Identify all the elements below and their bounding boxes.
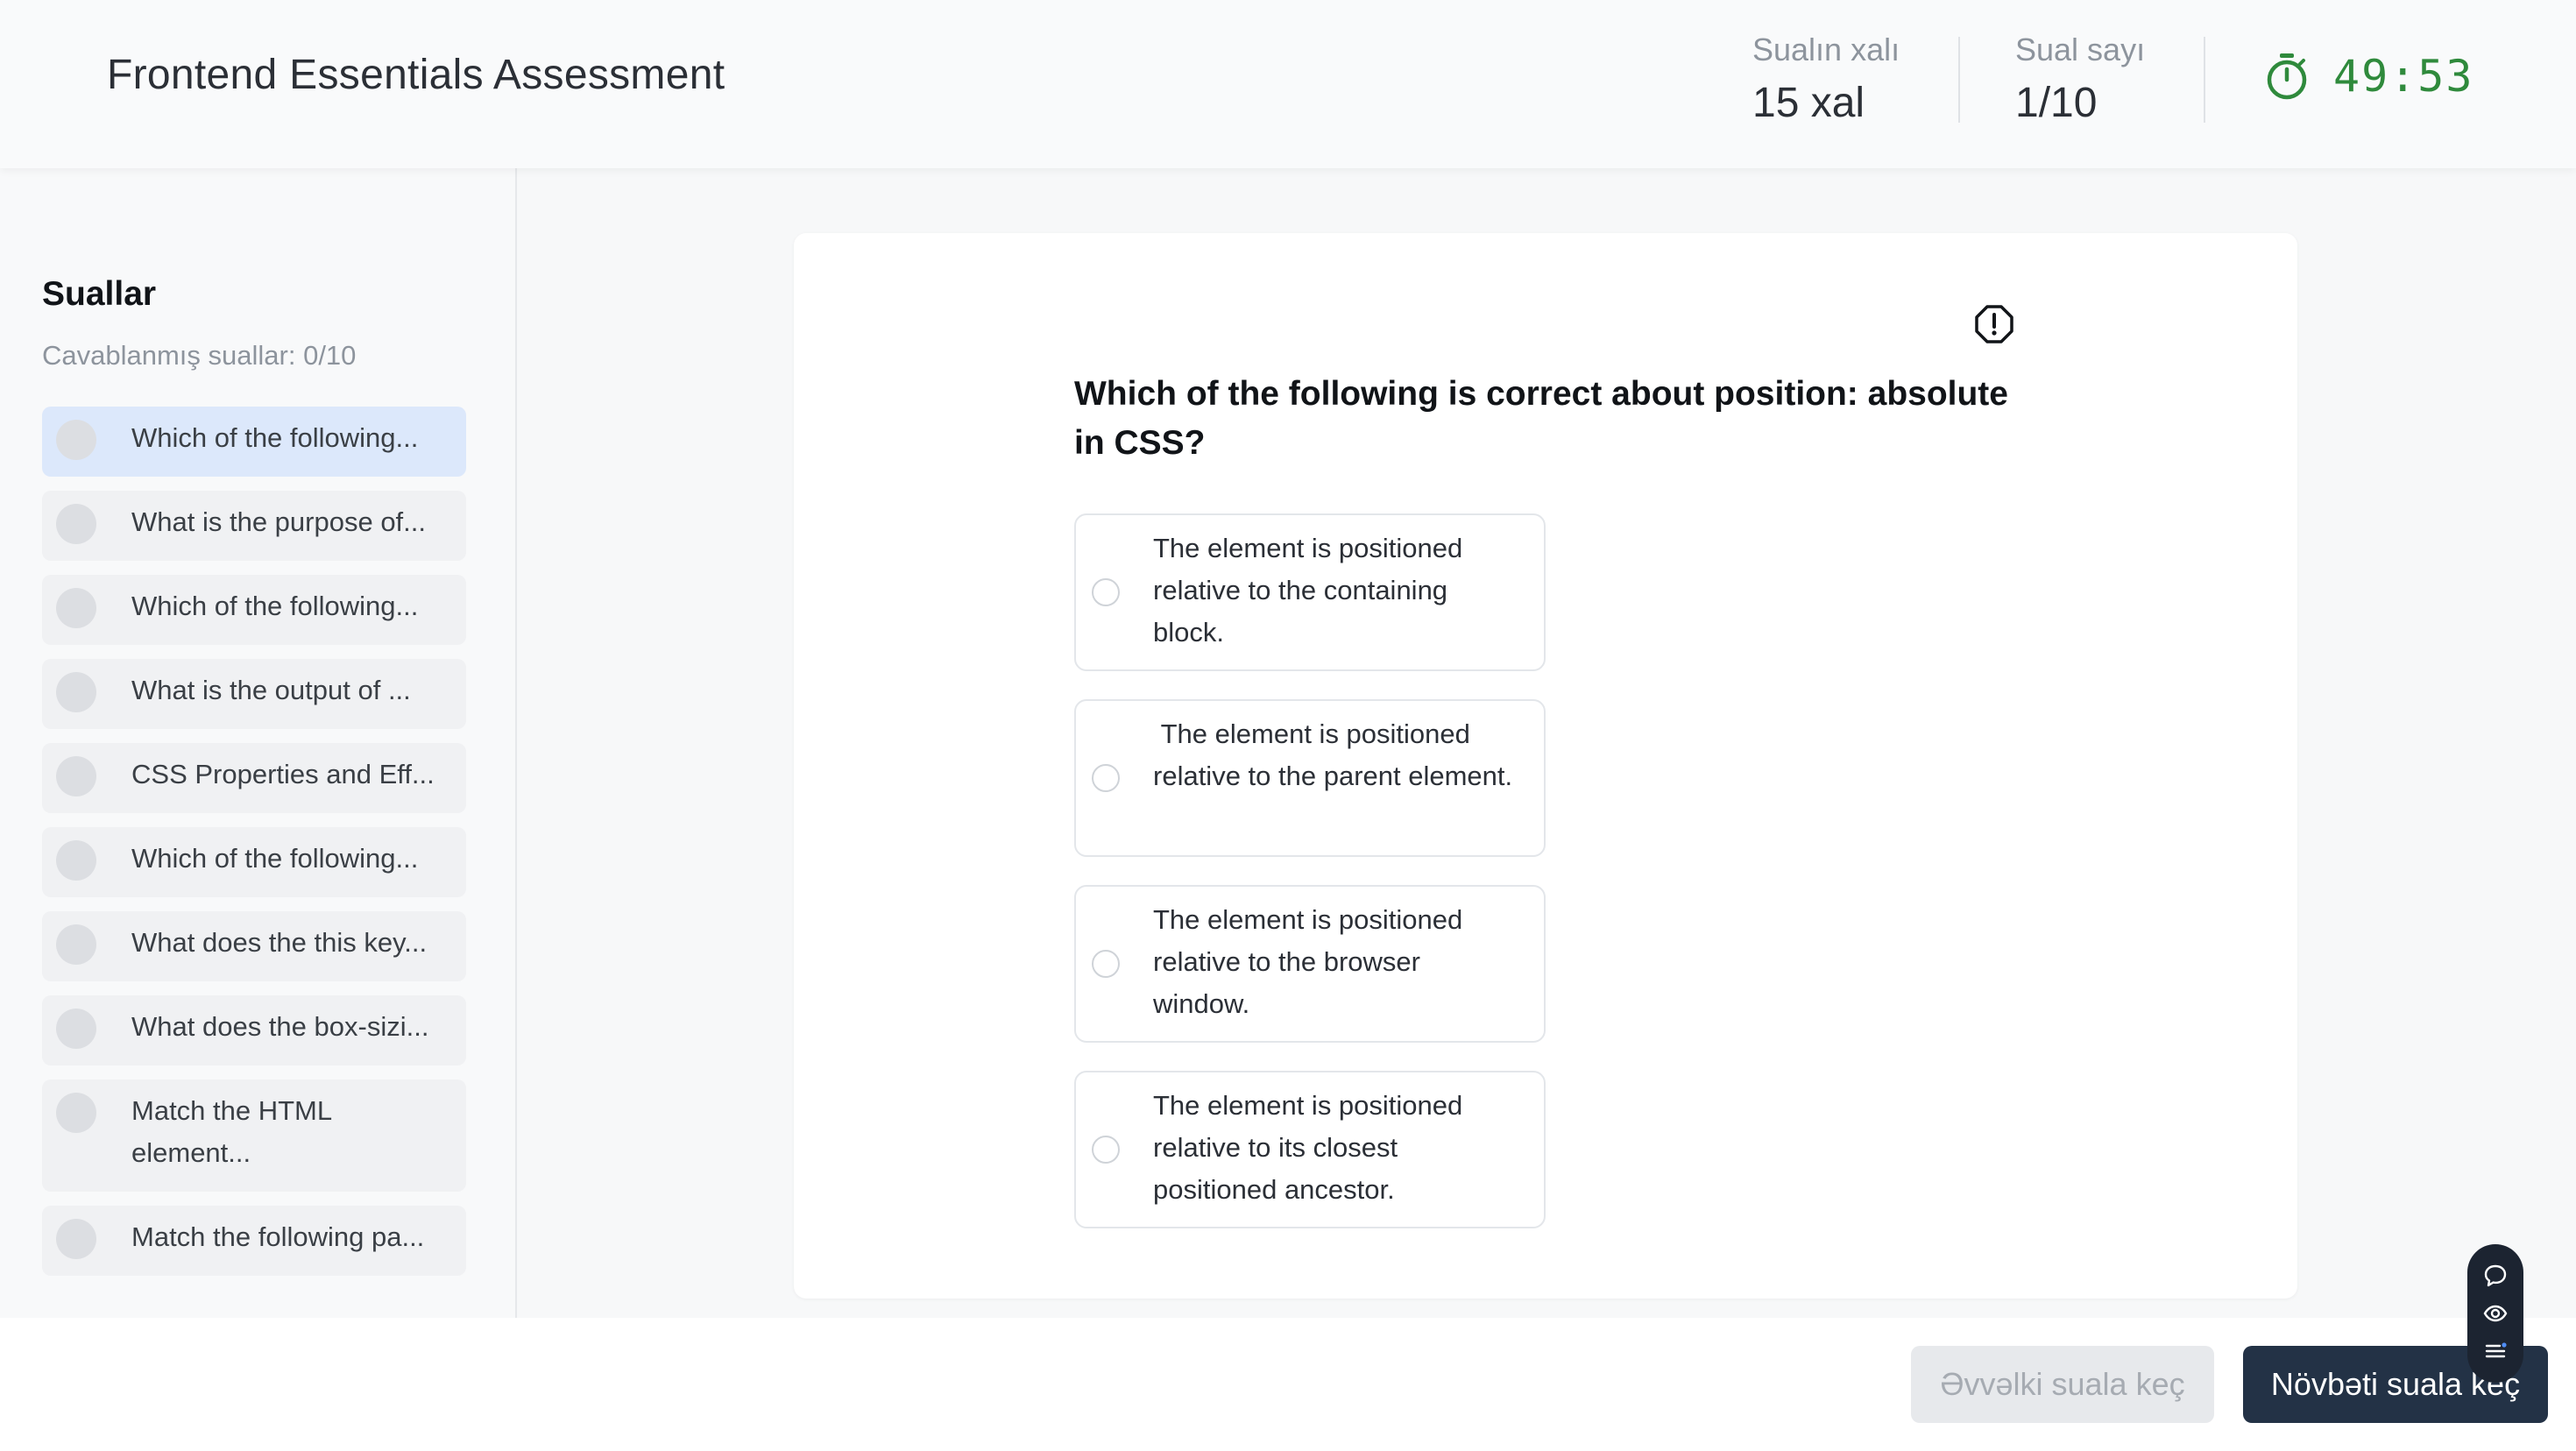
radio-button[interactable] bbox=[1092, 578, 1120, 606]
status-dot bbox=[56, 1219, 96, 1259]
answer-option-label: The element is positioned relative to th… bbox=[1153, 904, 1470, 1019]
previous-question-button[interactable]: Əvvəlki suala keç bbox=[1911, 1346, 2214, 1423]
question-nav-label: What is the output of ... bbox=[131, 675, 411, 705]
status-dot bbox=[56, 588, 96, 628]
question-nav-label: What does the box-sizi... bbox=[131, 1011, 429, 1042]
status-dot bbox=[56, 504, 96, 544]
alert-octagon-icon[interactable] bbox=[1975, 305, 2013, 343]
status-dot bbox=[56, 924, 96, 965]
status-dot bbox=[56, 420, 96, 460]
radio-button[interactable] bbox=[1092, 1136, 1120, 1164]
answer-option[interactable]: The element is positioned relative to th… bbox=[1074, 699, 1546, 857]
header: Frontend Essentials Assessment Sualın xa… bbox=[0, 0, 2576, 168]
count-label: Sual sayı bbox=[2015, 32, 2146, 67]
status-dot bbox=[56, 840, 96, 881]
question-nav-label: What does the this key... bbox=[131, 927, 428, 958]
question-nav-item[interactable]: Which of the following... bbox=[42, 575, 466, 645]
question-nav-label: Match the following pa... bbox=[131, 1221, 425, 1252]
answer-option-label: The element is positioned relative to it… bbox=[1153, 1090, 1470, 1205]
points-value: 15 xal bbox=[1752, 80, 1865, 126]
question-nav-item[interactable]: What does the box-sizi... bbox=[42, 995, 466, 1065]
header-divider bbox=[2204, 37, 2205, 123]
header-divider bbox=[1958, 37, 1960, 123]
chat-icon[interactable] bbox=[2482, 1263, 2509, 1289]
answered-count: Cavablanmış suallar: 0/10 bbox=[42, 340, 357, 371]
status-dot bbox=[56, 1009, 96, 1049]
answer-option[interactable]: The element is positioned relative to th… bbox=[1074, 885, 1546, 1043]
floating-tools-widget[interactable] bbox=[2467, 1244, 2523, 1383]
radio-button[interactable] bbox=[1092, 950, 1120, 978]
answer-option-label: The element is positioned relative to th… bbox=[1153, 718, 1513, 791]
question-nav-label: Match the HTML element... bbox=[131, 1095, 331, 1168]
question-nav-item[interactable]: CSS Properties and Eff... bbox=[42, 743, 466, 813]
sidebar-title: Suallar bbox=[42, 275, 157, 313]
answer-options: The element is positioned relative to th… bbox=[1074, 513, 1546, 1256]
answer-option[interactable]: The element is positioned relative to th… bbox=[1074, 513, 1546, 671]
question-nav-label: What is the purpose of... bbox=[131, 506, 427, 537]
question-text: Which of the following is correct about … bbox=[1074, 375, 2008, 462]
question-list: Which of the following... What is the pu… bbox=[42, 407, 466, 1290]
question-nav-label: Which of the following... bbox=[131, 422, 419, 453]
question-card: Which of the following is correct about … bbox=[794, 233, 2297, 1299]
question-nav-item[interactable]: What does the this key... bbox=[42, 911, 466, 981]
status-dot bbox=[56, 672, 96, 712]
question-nav-item[interactable]: Which of the following... bbox=[42, 827, 466, 897]
question-count: Sual sayı 1/10 bbox=[2015, 32, 2145, 127]
answer-option-label: The element is positioned relative to th… bbox=[1153, 533, 1470, 648]
stopwatch-icon bbox=[2267, 53, 2307, 100]
countdown-timer: 49:53 bbox=[2265, 51, 2474, 102]
list-icon[interactable] bbox=[2482, 1338, 2509, 1364]
question-nav-item[interactable]: Match the following pa... bbox=[42, 1206, 466, 1276]
points-label: Sualın xalı bbox=[1752, 32, 1900, 67]
question-nav-label: Which of the following... bbox=[131, 591, 419, 621]
question-nav-item[interactable]: What is the output of ... bbox=[42, 659, 466, 729]
answer-option[interactable]: The element is positioned relative to it… bbox=[1074, 1071, 1546, 1228]
questions-sidebar: Suallar Cavablanmış suallar: 0/10 Which … bbox=[0, 168, 517, 1318]
footer-bar: Əvvəlki suala keç Növbəti suala keç bbox=[0, 1318, 2576, 1451]
question-points: Sualın xalı 15 xal bbox=[1752, 32, 1900, 127]
timer-value: 49:53 bbox=[2333, 51, 2474, 102]
radio-button[interactable] bbox=[1092, 764, 1120, 792]
status-dot bbox=[56, 1093, 96, 1133]
assessment-title: Frontend Essentials Assessment bbox=[107, 52, 725, 98]
count-value: 1/10 bbox=[2015, 80, 2098, 126]
question-nav-item[interactable]: What is the purpose of... bbox=[42, 491, 466, 561]
status-dot bbox=[56, 756, 96, 796]
question-nav-item[interactable]: Which of the following... bbox=[42, 407, 466, 477]
question-nav-label: Which of the following... bbox=[131, 843, 419, 874]
eye-icon[interactable] bbox=[2482, 1300, 2509, 1327]
question-nav-label: CSS Properties and Eff... bbox=[131, 759, 435, 789]
question-nav-item[interactable]: Match the HTML element... bbox=[42, 1079, 466, 1192]
